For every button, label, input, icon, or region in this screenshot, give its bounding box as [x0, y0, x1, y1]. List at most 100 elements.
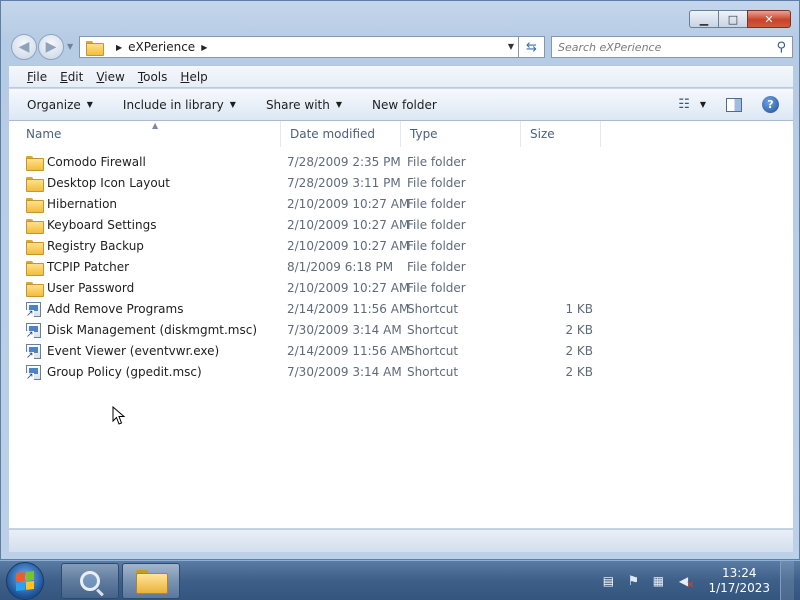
- table-row[interactable]: Add Remove Programs 2/14/2009 11:56 AM S…: [9, 299, 793, 320]
- minimize-icon: ▁: [699, 12, 709, 26]
- address-bar[interactable]: ▶ eXPerience ▶ ▼: [79, 36, 519, 58]
- file-list-pane: Name ▲ Date modified Type Size Comodo Fir…: [9, 121, 793, 529]
- file-type: File folder: [407, 239, 466, 253]
- folder-icon: [26, 176, 44, 192]
- details-pane: [9, 530, 793, 552]
- table-row[interactable]: Event Viewer (eventvwr.exe) 2/14/2009 11…: [9, 341, 793, 362]
- table-row[interactable]: TCPIP Patcher 8/1/2009 6:18 PM File fold…: [9, 257, 793, 278]
- taskbar-search-app[interactable]: [61, 563, 119, 599]
- file-date: 2/14/2009 11:56 AM: [287, 344, 410, 358]
- table-row[interactable]: User Password 2/10/2009 10:27 AM File fo…: [9, 278, 793, 299]
- tray-document-icon[interactable]: ▤: [600, 573, 616, 589]
- file-size: 2 KB: [565, 344, 593, 358]
- start-button[interactable]: [6, 562, 44, 600]
- help-icon[interactable]: ?: [762, 96, 779, 113]
- navigation-row: ◀ ▶ ▼ ▶ eXPerience ▶ ▼ ⇆ ⚲: [9, 34, 793, 60]
- mouse-cursor-icon: [112, 406, 126, 425]
- table-row[interactable]: Hibernation 2/10/2009 10:27 AM File fold…: [9, 194, 793, 215]
- breadcrumb-experience[interactable]: eXPerience: [128, 40, 195, 54]
- network-icon[interactable]: ▦: [650, 573, 666, 589]
- shortcut-icon: [26, 344, 42, 361]
- address-dropdown-icon[interactable]: ▼: [508, 42, 514, 51]
- show-desktop-button[interactable]: [780, 561, 794, 600]
- file-name: Group Policy (gpedit.msc): [47, 365, 202, 379]
- caption-buttons: ▁ □ ✕: [689, 10, 791, 28]
- search-box[interactable]: ⚲: [551, 36, 793, 58]
- close-button[interactable]: ✕: [747, 10, 791, 28]
- command-bar: Organize ▼ Include in library ▼ Share with…: [9, 88, 793, 121]
- file-name: Comodo Firewall: [47, 155, 146, 169]
- file-date: 2/10/2009 10:27 AM: [287, 218, 410, 232]
- file-type: Shortcut: [407, 302, 459, 316]
- chevron-right-icon[interactable]: ▶: [201, 43, 207, 52]
- view-options-dropdown-icon[interactable]: ▼: [700, 100, 706, 109]
- menu-view[interactable]: View: [96, 70, 124, 84]
- file-type: Shortcut: [407, 323, 459, 337]
- preview-pane-icon[interactable]: [726, 97, 742, 112]
- explorer-window: ▁ □ ✕ ◀ ▶ ▼ ▶ eXPerience ▶ ▼ ⇆ ⚲ File Ed…: [0, 0, 800, 560]
- table-row[interactable]: Disk Management (diskmgmt.msc) 7/30/2009…: [9, 320, 793, 341]
- menu-help[interactable]: Help: [180, 70, 207, 84]
- column-size[interactable]: Size: [521, 121, 601, 147]
- file-type: File folder: [407, 218, 466, 232]
- file-name: Add Remove Programs: [47, 302, 184, 316]
- file-date: 7/28/2009 3:11 PM: [287, 176, 401, 190]
- refresh-button[interactable]: ⇆: [519, 36, 545, 58]
- file-date: 2/10/2009 10:27 AM: [287, 239, 410, 253]
- maximize-button[interactable]: □: [718, 10, 747, 28]
- folder-icon: [26, 155, 44, 171]
- menu-tools[interactable]: Tools: [138, 70, 168, 84]
- column-type[interactable]: Type: [401, 121, 521, 147]
- table-row[interactable]: Registry Backup 2/10/2009 10:27 AM File …: [9, 236, 793, 257]
- column-date-modified[interactable]: Date modified: [281, 121, 401, 147]
- folder-icon: [26, 239, 44, 255]
- table-row[interactable]: Group Policy (gpedit.msc) 7/30/2009 3:14…: [9, 362, 793, 383]
- include-in-library-button[interactable]: Include in library ▼: [123, 98, 236, 112]
- forward-arrow-icon: ▶: [45, 39, 57, 55]
- back-button[interactable]: ◀: [11, 34, 37, 60]
- back-arrow-icon: ◀: [18, 39, 30, 55]
- file-date: 2/10/2009 10:27 AM: [287, 197, 410, 211]
- maximize-icon: □: [727, 12, 739, 26]
- minimize-button[interactable]: ▁: [689, 10, 718, 28]
- shortcut-icon: [26, 365, 42, 382]
- volume-muted-icon[interactable]: ◀ ✕: [675, 573, 695, 591]
- close-icon: ✕: [764, 12, 774, 26]
- forward-button[interactable]: ▶: [38, 34, 64, 60]
- file-name: TCPIP Patcher: [47, 260, 130, 274]
- search-input[interactable]: [558, 40, 768, 54]
- clock-time: 13:24: [721, 566, 757, 580]
- chevron-right-icon[interactable]: ▶: [116, 43, 122, 52]
- table-row[interactable]: Keyboard Settings 2/10/2009 10:27 AM Fil…: [9, 215, 793, 236]
- file-size: 1 KB: [565, 302, 593, 316]
- file-type: File folder: [407, 155, 466, 169]
- taskbar-explorer-app[interactable]: [122, 563, 180, 599]
- action-center-flag-icon[interactable]: ⚑: [625, 573, 641, 589]
- change-view-icon[interactable]: ☷: [678, 97, 690, 112]
- share-with-button[interactable]: Share with ▼: [266, 98, 342, 112]
- recent-pages-dropdown[interactable]: ▼: [67, 42, 73, 51]
- new-folder-button[interactable]: New folder: [372, 98, 437, 112]
- search-icon[interactable]: ⚲: [776, 40, 786, 55]
- organize-button[interactable]: Organize ▼: [27, 98, 93, 112]
- sort-ascending-icon: ▲: [152, 121, 159, 130]
- file-type: File folder: [407, 260, 466, 274]
- column-name[interactable]: Name ▲: [17, 121, 281, 147]
- file-name: Keyboard Settings: [47, 218, 157, 232]
- taskbar: ▤ ⚑ ▦ ◀ ✕ 13:24 1/17/2023: [0, 560, 800, 600]
- folder-icon: [26, 197, 44, 213]
- menu-file[interactable]: File: [27, 70, 47, 84]
- file-date: 7/30/2009 3:14 AM: [287, 365, 402, 379]
- file-date: 2/10/2009 10:27 AM: [287, 281, 410, 295]
- file-type: File folder: [407, 176, 466, 190]
- chevron-down-icon: ▼: [229, 100, 236, 109]
- view-controls: ☷ ▼ ?: [678, 96, 779, 113]
- file-type: Shortcut: [407, 365, 459, 379]
- menu-edit[interactable]: Edit: [60, 70, 83, 84]
- clock[interactable]: 13:24 1/17/2023: [708, 566, 770, 596]
- explorer-folder-icon: [136, 570, 168, 594]
- table-row[interactable]: Desktop Icon Layout 7/28/2009 3:11 PM Fi…: [9, 173, 793, 194]
- table-row[interactable]: Comodo Firewall 7/28/2009 2:35 PM File f…: [9, 152, 793, 173]
- chevron-down-icon: ▼: [335, 100, 342, 109]
- system-tray: ▤ ⚑ ▦ ◀ ✕ 13:24 1/17/2023: [600, 561, 800, 600]
